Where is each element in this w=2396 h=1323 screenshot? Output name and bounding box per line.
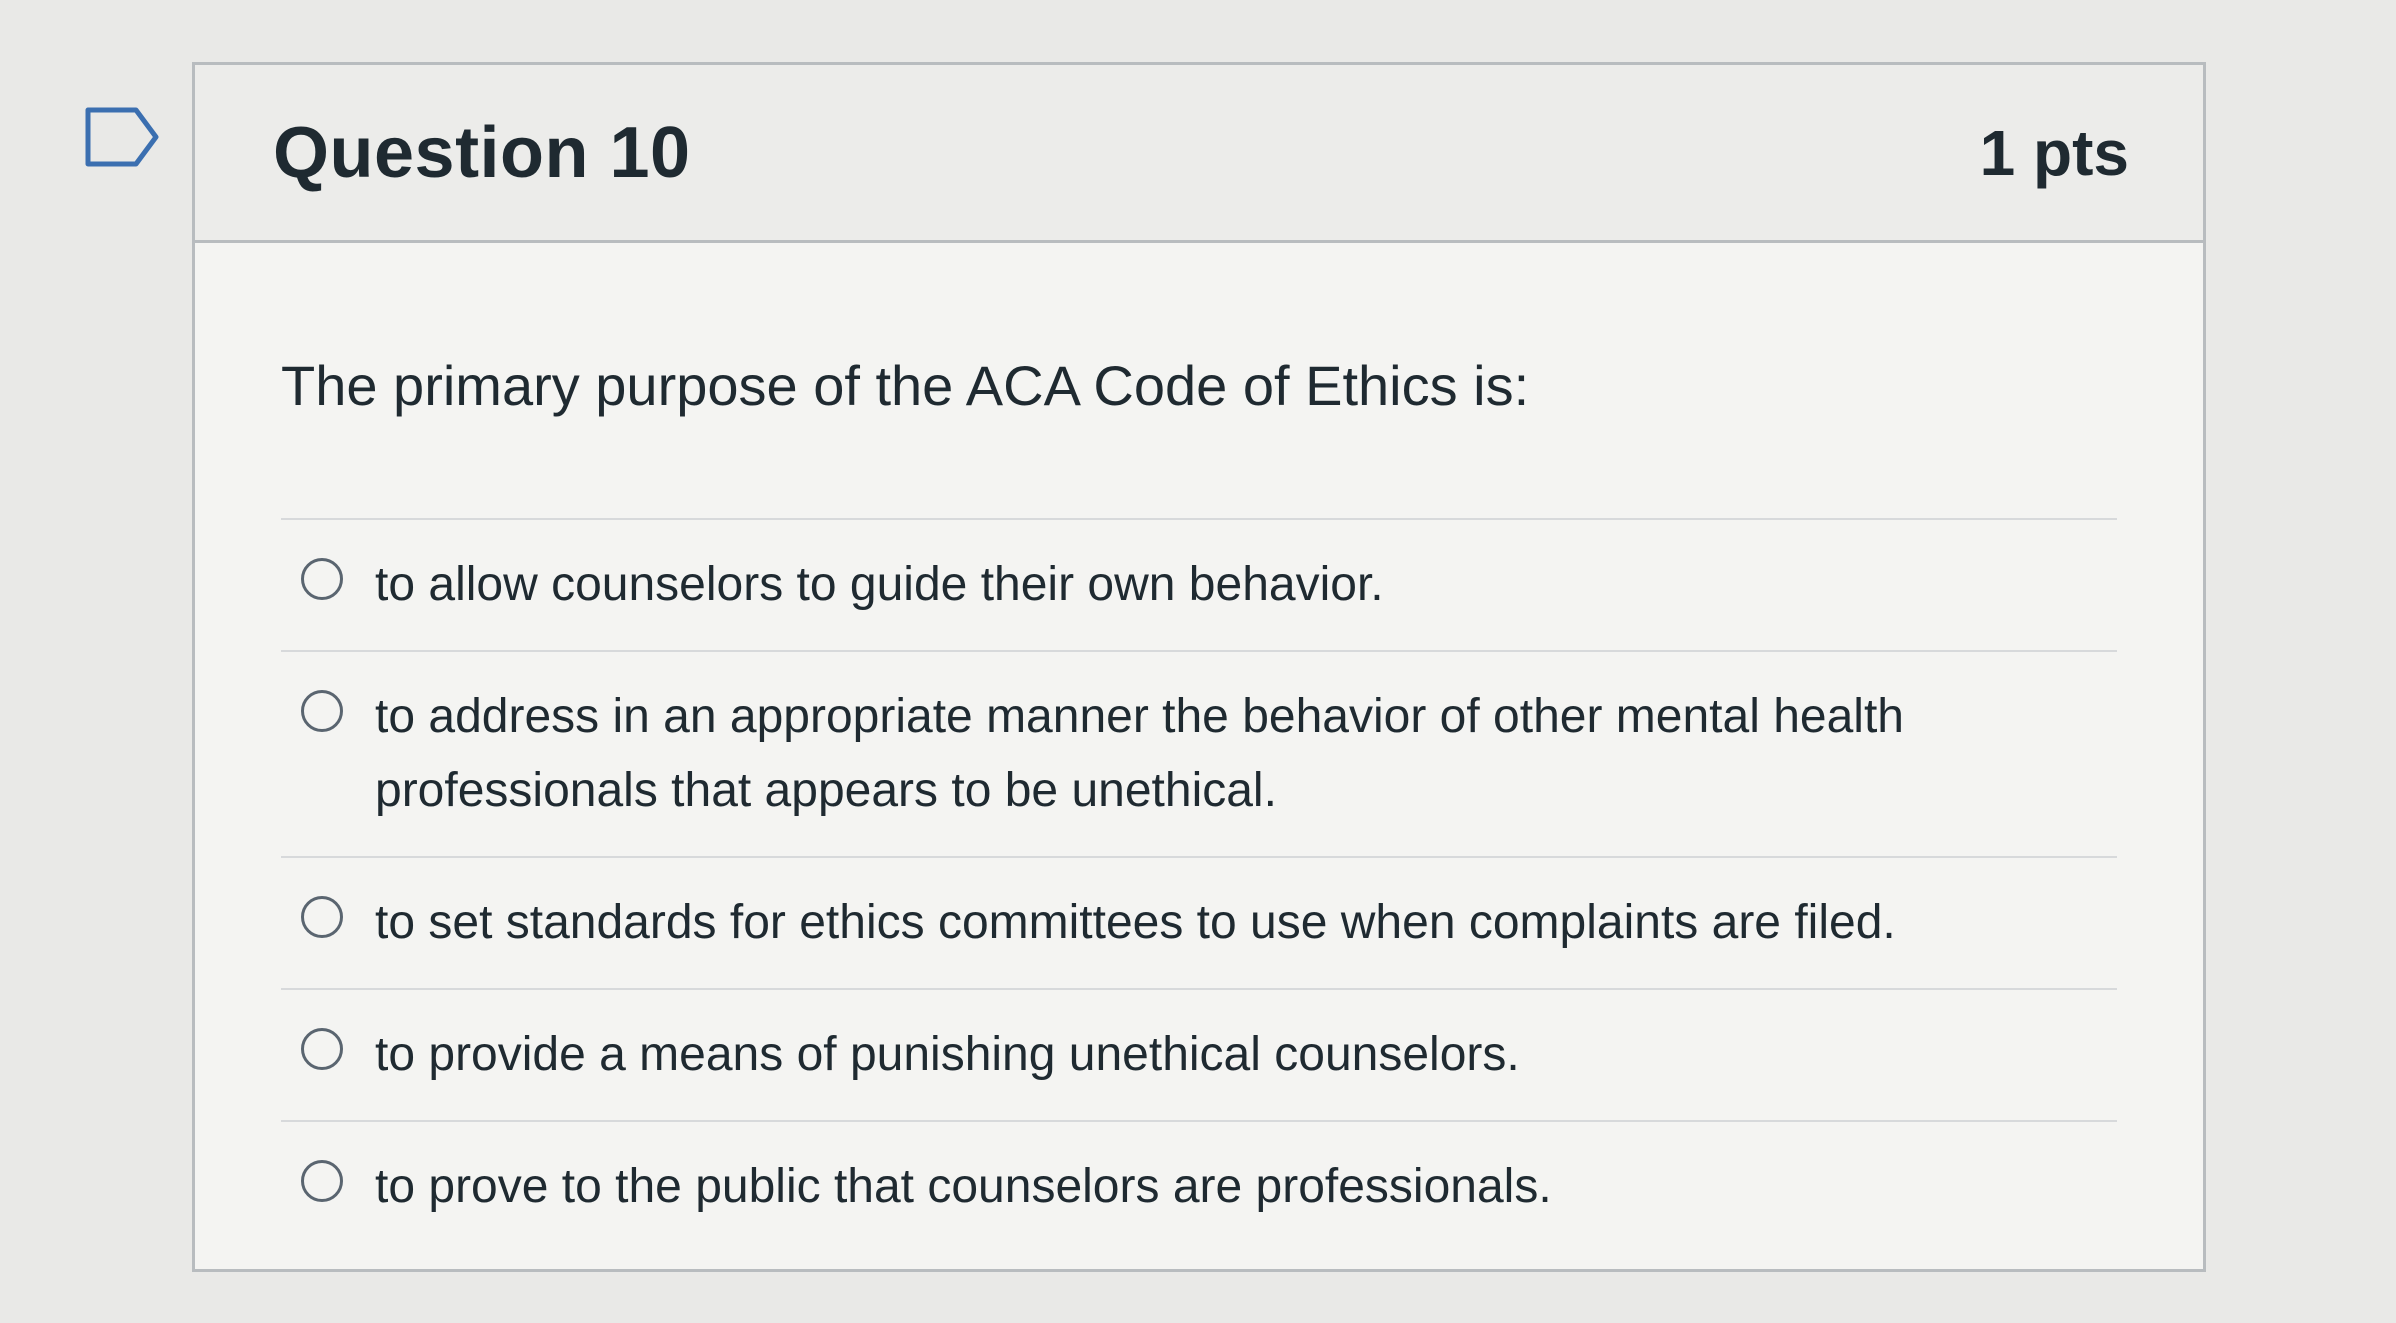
answer-list: to allow counselors to guide their own b… bbox=[281, 520, 2117, 1252]
answer-option[interactable]: to provide a means of punishing unethica… bbox=[281, 990, 2117, 1122]
answer-label[interactable]: to address in an appropriate manner the … bbox=[375, 680, 2115, 828]
answer-label[interactable]: to prove to the public that counselors a… bbox=[375, 1150, 1552, 1224]
answer-label[interactable]: to allow counselors to guide their own b… bbox=[375, 548, 1384, 622]
radio-button[interactable] bbox=[301, 1160, 343, 1202]
question-header: Question 10 1 pts bbox=[195, 65, 2203, 243]
answer-label[interactable]: to set standards for ethics committees t… bbox=[375, 886, 1896, 960]
answer-option[interactable]: to allow counselors to guide their own b… bbox=[281, 520, 2117, 652]
radio-button[interactable] bbox=[301, 896, 343, 938]
answer-option[interactable]: to prove to the public that counselors a… bbox=[281, 1122, 2117, 1252]
question-card: Question 10 1 pts The primary purpose of… bbox=[192, 62, 2206, 1272]
answer-option[interactable]: to set standards for ethics committees t… bbox=[281, 858, 2117, 990]
question-body: The primary purpose of the ACA Code of E… bbox=[195, 353, 2203, 1252]
question-text: The primary purpose of the ACA Code of E… bbox=[281, 353, 2117, 520]
answer-label[interactable]: to provide a means of punishing unethica… bbox=[375, 1018, 1520, 1092]
flag-question-icon[interactable] bbox=[84, 106, 160, 168]
answer-option[interactable]: to address in an appropriate manner the … bbox=[281, 652, 2117, 858]
question-points: 1 pts bbox=[1979, 116, 2129, 189]
radio-button[interactable] bbox=[301, 690, 343, 732]
question-title: Question 10 bbox=[273, 112, 691, 193]
radio-button[interactable] bbox=[301, 1028, 343, 1070]
radio-button[interactable] bbox=[301, 558, 343, 600]
